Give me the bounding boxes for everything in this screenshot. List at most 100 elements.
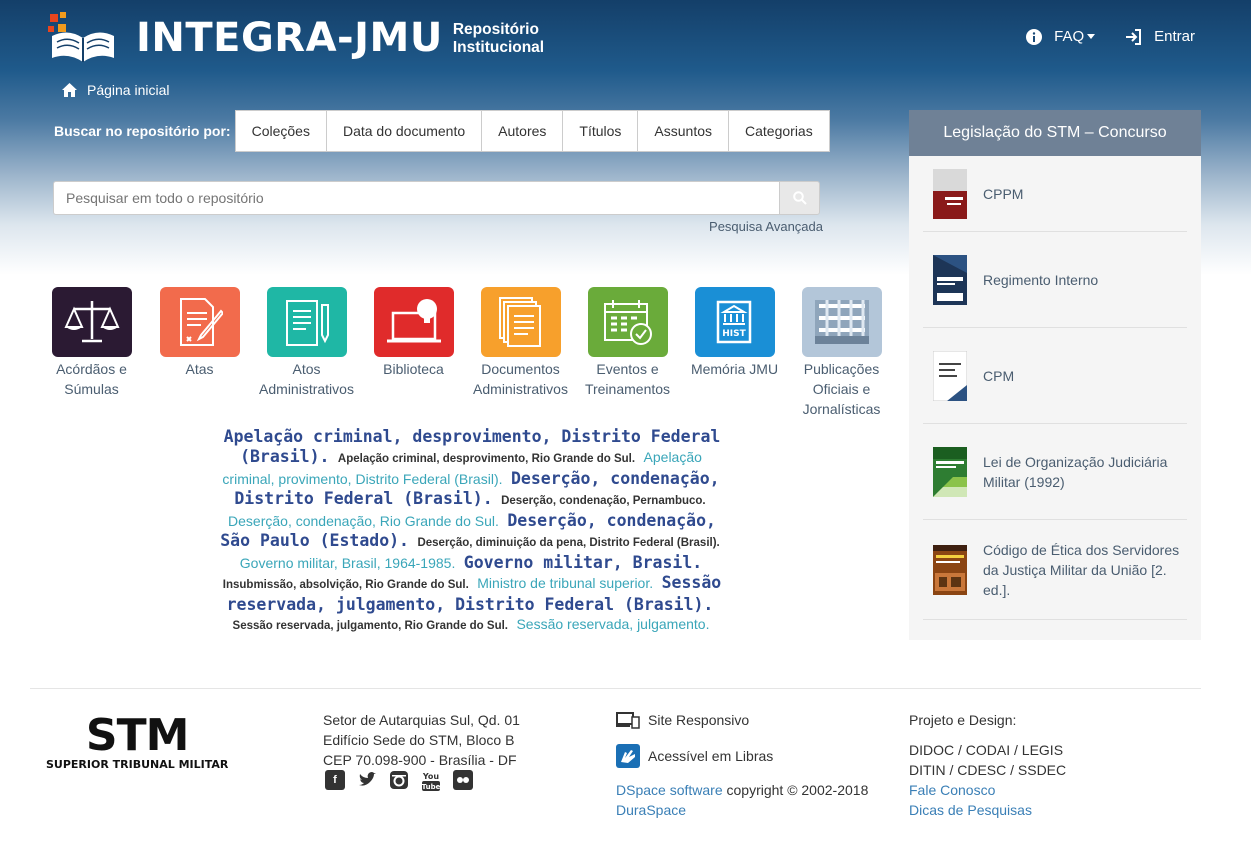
info-icon [1026, 28, 1043, 45]
community-label-line1: Memória JMU [690, 361, 779, 377]
sidebar-item[interactable]: CPM [923, 328, 1187, 424]
clipboard-pen-icon [266, 287, 347, 357]
community-label-line1: Eventos e [596, 361, 659, 377]
community-label-line2: Administrativos [473, 381, 568, 397]
community-atos[interactable]: Atos Administrativos [253, 287, 360, 399]
svg-text:Tube: Tube [422, 783, 441, 791]
footer-project: Projeto e Design: DIDOC / CODAI / LEGIS … [909, 710, 1066, 820]
responsive-label: Site Responsivo [648, 712, 750, 728]
login-label: Entrar [1154, 28, 1195, 45]
sidebar-item[interactable]: Código de Ética dos Servidores da Justiç… [923, 520, 1187, 620]
community-label-line1: Biblioteca [383, 361, 444, 377]
site-subtitle: Repositório Institucional [453, 21, 544, 57]
libras-hands-icon [616, 744, 640, 768]
svg-text:You: You [422, 772, 440, 781]
community-acordaos[interactable]: Acórdãos e Súmulas [38, 287, 145, 399]
tag-link[interactable]: Sessão reservada, julgamento. [516, 616, 709, 632]
community-label-line1: Atos [292, 361, 321, 377]
browse-label: Buscar no repositório por: [54, 123, 231, 139]
browse-categories-button[interactable]: Categorias [728, 111, 829, 151]
scales-icon [51, 287, 132, 357]
site-subtitle-line1: Repositório [452, 21, 539, 38]
search-icon [792, 191, 807, 205]
browse-date-button[interactable]: Data do documento [325, 111, 481, 151]
sidebar-item[interactable]: Regimento Interno [923, 232, 1187, 328]
community-publicacoes[interactable]: Publicações Oficiais e Jornalísticas [788, 287, 895, 419]
community-eventos[interactable]: Eventos e Treinamentos [574, 287, 681, 399]
community-label-line3: Jornalísticas [802, 401, 881, 417]
community-label-line2: Súmulas [64, 381, 119, 397]
open-book-logo-icon [48, 12, 114, 62]
book-cover-thumbnail [933, 350, 967, 401]
search-button[interactable] [779, 181, 820, 215]
sidebar-title: Legislação do STM – Concurso [909, 110, 1201, 156]
document-pen-icon [159, 287, 240, 357]
stm-logo-title: STM [85, 710, 190, 761]
devices-icon [616, 712, 640, 729]
footer-accessibility: Site Responsivo Acessível em Libras DSpa… [616, 710, 868, 820]
laptop-bulb-icon [373, 287, 454, 357]
tag-link[interactable]: Governo militar, Brasil. [464, 553, 702, 572]
project-line: DITIN / CDESC / SSDEC [909, 762, 1067, 778]
community-documentos[interactable]: Documentos Administrativos [467, 287, 574, 399]
footer-divider [30, 688, 1201, 689]
stm-logo[interactable]: STM SUPERIOR TRIBUNAL MILITAR [46, 710, 229, 772]
libras-label: Acessível em Libras [648, 748, 774, 764]
sidebar-item[interactable]: Lei de Organização Judiciária Militar (1… [923, 424, 1187, 520]
sidebar-item-label: CPM [983, 367, 1015, 384]
top-navigation: FAQ Entrar [996, 28, 1195, 45]
sidebar-item[interactable]: CPPM [923, 156, 1187, 232]
caret-down-icon [1087, 34, 1096, 39]
site-subtitle-line2: Institucional [452, 39, 545, 56]
address-line: Edifício Sede do STM, Bloco B [323, 732, 515, 748]
book-cover-thumbnail [933, 544, 967, 595]
tag-link[interactable]: Sessão reservada, julgamento, Rio Grande… [233, 620, 508, 632]
tag-link[interactable]: Insubmissão, absolvição, Rio Grande do S… [223, 579, 469, 591]
youtube-icon[interactable]: You Tube [421, 770, 441, 791]
duraspace-link[interactable]: DuraSpace [616, 800, 868, 820]
stm-logo-subtitle: SUPERIOR TRIBUNAL MILITAR [46, 758, 229, 771]
tag-link[interactable]: Deserção, condenação, Rio Grande do Sul. [228, 513, 499, 529]
facebook-icon[interactable]: f [325, 770, 345, 790]
dspace-link[interactable]: DSpace software [616, 782, 723, 798]
tag-link[interactable]: Deserção, diminuição da pena, Distrito F… [417, 537, 719, 549]
twitter-icon[interactable] [357, 770, 377, 790]
community-memoria[interactable]: HIST Memória JMU [681, 287, 788, 379]
site-title: INTEGRA-JMU [136, 15, 443, 61]
legislation-sidebar: Legislação do STM – Concurso CPPM Regime… [909, 110, 1201, 640]
login-link[interactable]: Entrar [1125, 28, 1195, 45]
faq-dropdown[interactable]: FAQ [1026, 28, 1096, 45]
browse-titles-button[interactable]: Títulos [562, 111, 637, 151]
home-icon [62, 83, 77, 97]
tag-link[interactable]: Ministro de tribunal superior. [477, 575, 653, 591]
breadcrumb-home[interactable]: Página inicial [87, 82, 170, 98]
browse-authors-button[interactable]: Autores [481, 111, 562, 151]
community-label-line2: Administrativos [259, 381, 354, 397]
contact-link[interactable]: Fale Conosco [909, 780, 1066, 800]
svg-text:HIST: HIST [722, 329, 746, 339]
community-label-line1: Atas [185, 361, 214, 377]
sidebar-item-label: Lei de Organização Judiciária Militar (1… [983, 453, 1168, 490]
newspapers-icon [801, 287, 882, 357]
book-cover-thumbnail [933, 446, 967, 497]
community-label-line2: Oficiais e [812, 381, 871, 397]
search-input[interactable] [53, 181, 779, 215]
search-form [53, 181, 820, 215]
community-biblioteca[interactable]: Biblioteca [360, 287, 467, 379]
tag-link[interactable]: Governo militar, Brasil, 1964-1985. [240, 555, 456, 571]
instagram-icon[interactable] [389, 770, 409, 790]
community-label-line2: Treinamentos [584, 381, 671, 397]
search-tips-link[interactable]: Dicas de Pesquisas [909, 800, 1066, 820]
flickr-icon[interactable] [453, 770, 473, 790]
hist-book-icon: HIST [694, 287, 775, 357]
site-logo[interactable]: INTEGRA-JMU Repositório Institucional [48, 12, 544, 64]
browse-collections-button[interactable]: Coleções [236, 111, 326, 151]
advanced-search-link[interactable]: Pesquisa Avançada [709, 219, 823, 234]
calendar-check-icon [587, 287, 668, 357]
copyright-text: copyright © 2002-2018 [722, 782, 869, 798]
responsive-info: Site Responsivo [616, 710, 868, 730]
browse-subjects-button[interactable]: Assuntos [637, 111, 728, 151]
tag-link[interactable]: Apelação criminal, desprovimento, Rio Gr… [338, 453, 635, 465]
tag-link[interactable]: Deserção, condenação, Pernambuco. [501, 495, 706, 507]
community-atas[interactable]: Atas [146, 287, 253, 379]
